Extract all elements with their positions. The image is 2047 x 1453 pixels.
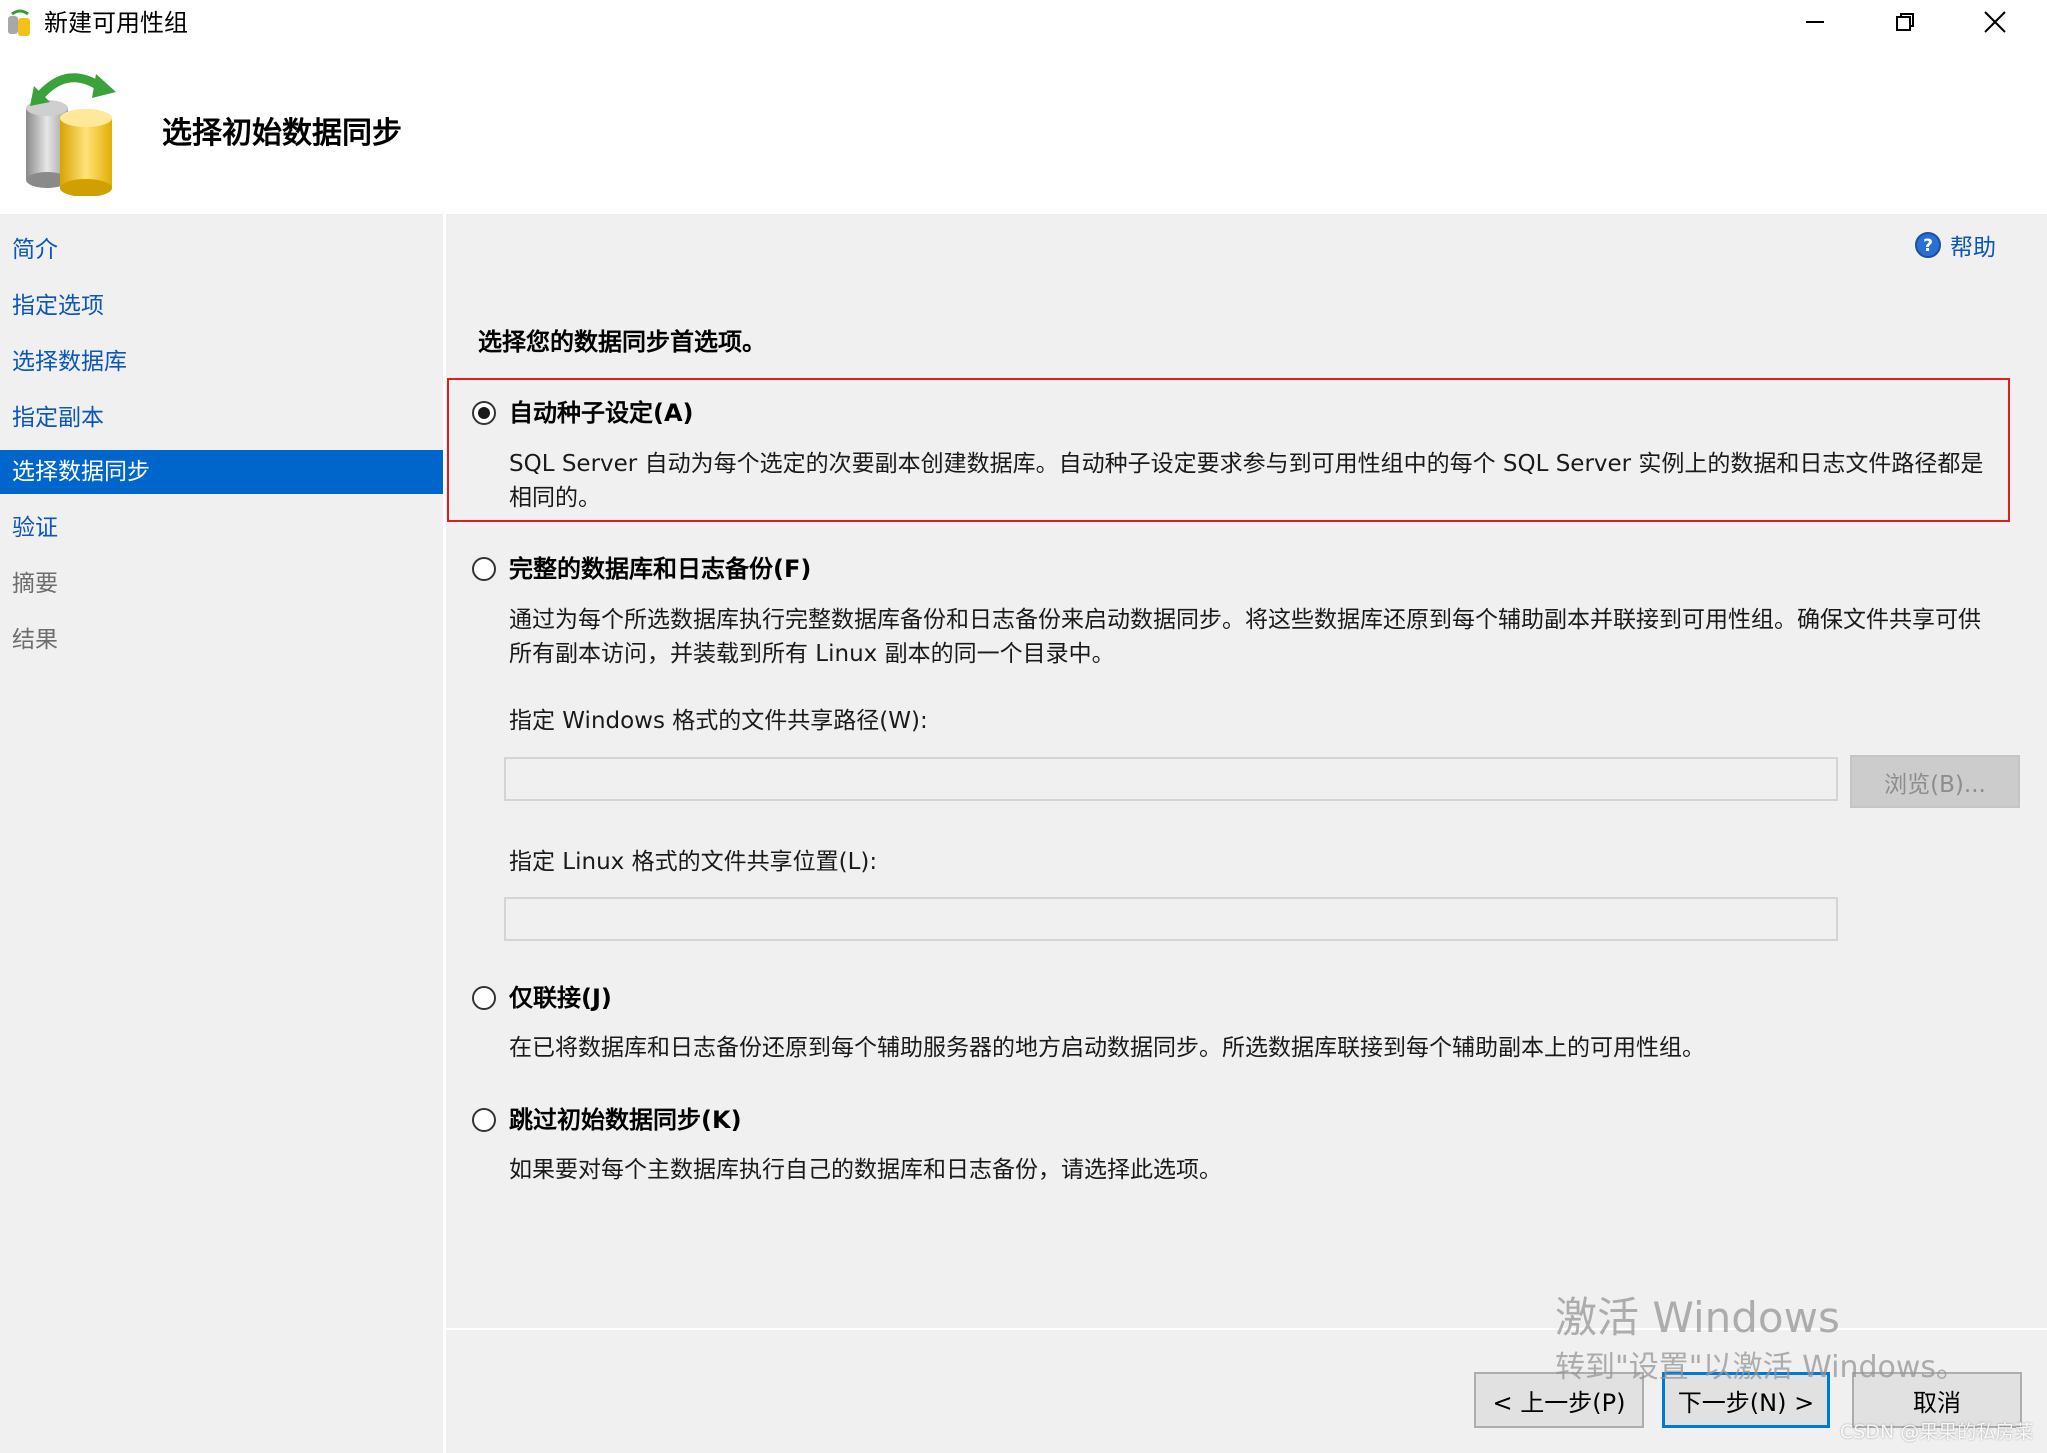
close-button[interactable]: [1950, 0, 2040, 44]
option-label-full-backup[interactable]: 完整的数据库和日志备份(F): [509, 551, 811, 587]
page-title: 选择初始数据同步: [162, 116, 402, 151]
help-label: 帮助: [1950, 235, 1996, 261]
option-label-skip-initial-sync[interactable]: 跳过初始数据同步(K): [509, 1102, 742, 1138]
wizard-header: 选择初始数据同步: [0, 48, 2047, 214]
radio-selected-dot: [478, 407, 490, 419]
windows-share-input[interactable]: [504, 757, 1838, 801]
linux-share-label: 指定 Linux 格式的文件共享位置(L):: [509, 849, 878, 875]
option-label-join-only[interactable]: 仅联接(J): [509, 980, 612, 1016]
windows-share-label: 指定 Windows 格式的文件共享路径(W):: [509, 708, 928, 734]
radio-join-only[interactable]: [472, 986, 496, 1010]
option-desc-automatic-seeding: SQL Server 自动为每个选定的次要副本创建数据库。自动种子设定要求参与到…: [509, 451, 1984, 511]
section-prompt: 选择您的数据同步首选项。: [478, 328, 766, 356]
sidebar-item-validation[interactable]: 验证: [0, 506, 443, 550]
radio-full-backup[interactable]: [472, 557, 496, 581]
close-icon: [1984, 11, 2006, 33]
source-credit: CSDN @果果的私房菜: [1840, 1421, 2034, 1443]
sidebar-item-results: 结果: [12, 627, 58, 653]
app-icon: [6, 8, 34, 38]
activate-windows-subtitle: 转到"设置"以激活 Windows。: [1555, 1350, 1967, 1385]
database-sync-icon: [20, 66, 130, 197]
svg-text:?: ?: [1923, 236, 1933, 256]
option-desc-full-backup: 通过为每个所选数据库执行完整数据库备份和日志备份来启动数据同步。将这些数据库还原…: [509, 607, 1981, 667]
option-desc-join-only: 在已将数据库和日志备份还原到每个辅助服务器的地方启动数据同步。所选数据库联接到每…: [509, 1035, 1705, 1061]
option-label-automatic-seeding[interactable]: 自动种子设定(A): [509, 395, 694, 431]
sidebar-item-data-sync[interactable]: 选择数据同步: [0, 450, 443, 494]
wizard-sidebar: 简介 指定选项 选择数据库 指定副本 选择数据同步 验证 摘要 结果: [0, 214, 443, 1453]
sidebar-item-summary: 摘要: [12, 571, 58, 597]
sidebar-item-select-databases[interactable]: 选择数据库: [0, 340, 443, 384]
window-title: 新建可用性组: [44, 9, 188, 37]
activate-windows-title: 激活 Windows: [1555, 1293, 1840, 1342]
help-link[interactable]: ? 帮助: [1914, 228, 1996, 262]
radio-skip-initial-sync[interactable]: [472, 1108, 496, 1132]
browse-button[interactable]: 浏览(B)...: [1850, 755, 2020, 808]
option-desc-skip-initial-sync: 如果要对每个主数据库执行自己的数据库和日志备份，请选择此选项。: [509, 1157, 1222, 1183]
sidebar-item-specify-options[interactable]: 指定选项: [0, 284, 443, 328]
sidebar-item-intro[interactable]: 简介: [0, 228, 443, 272]
radio-automatic-seeding[interactable]: [472, 401, 496, 425]
minimize-icon: [1806, 21, 1824, 23]
restore-icon: [1896, 13, 1914, 31]
help-icon: ?: [1915, 232, 1941, 258]
minimize-button[interactable]: [1770, 0, 1860, 44]
sidebar-item-specify-replicas[interactable]: 指定副本: [0, 396, 443, 440]
linux-share-input[interactable]: [504, 897, 1838, 941]
restore-button[interactable]: [1860, 0, 1950, 44]
title-bar: 新建可用性组: [0, 0, 2047, 48]
